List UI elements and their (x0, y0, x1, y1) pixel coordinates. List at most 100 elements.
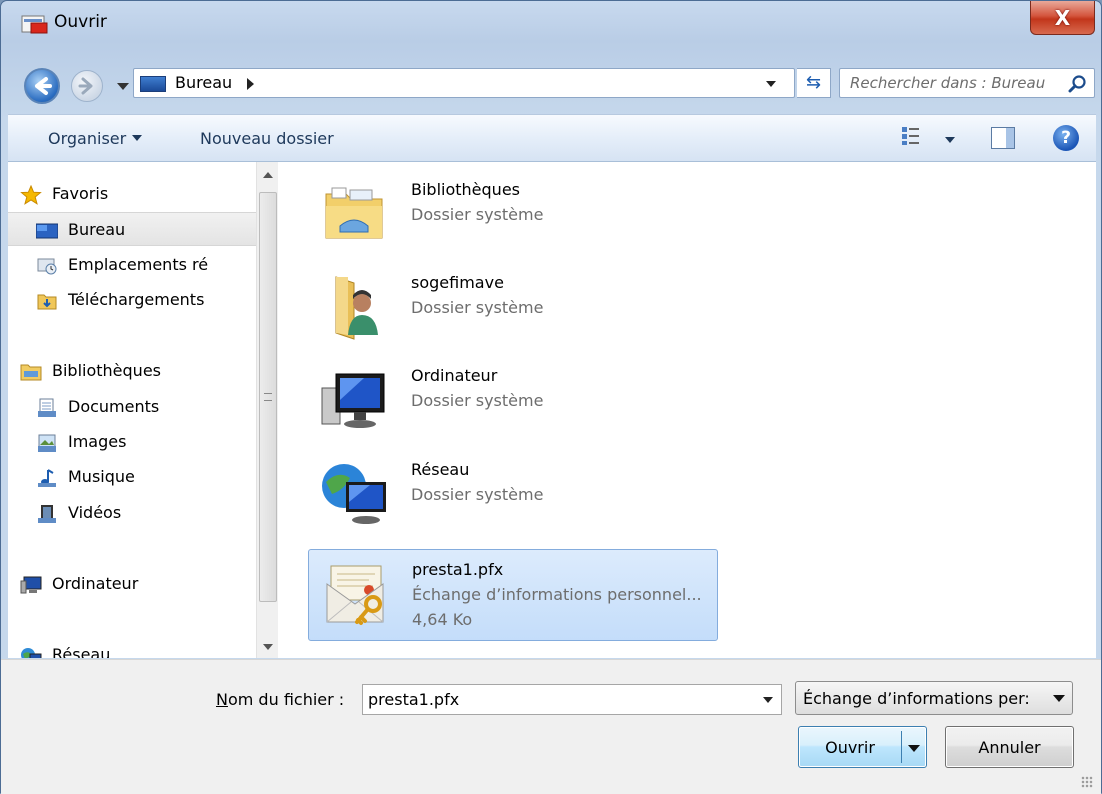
address-dropdown-icon[interactable] (766, 81, 776, 87)
breadcrumb-chevron-icon[interactable] (247, 78, 254, 90)
back-button[interactable] (24, 68, 60, 104)
videos-icon (38, 505, 56, 523)
sidebar-item-telechargements[interactable]: Téléchargements (8, 283, 256, 317)
filename-label-text: om du fichier : (227, 690, 345, 709)
file-item-presta1-pfx[interactable]: presta1.pfx Échange d’informations perso… (308, 549, 718, 641)
navigation-scrollbar[interactable] (256, 162, 278, 658)
file-type: Dossier système (411, 298, 544, 317)
view-options-chevron-icon[interactable] (945, 137, 955, 143)
file-item-sogefimave[interactable]: sogefimave Dossier système (308, 263, 718, 355)
filename-label: Nom du fichier : (216, 690, 344, 709)
organize-menu-button[interactable]: Organiser (48, 129, 143, 148)
desktop-folder-icon (140, 76, 166, 92)
star-icon (20, 185, 42, 205)
command-bar: Organiser Nouveau dossier ? (8, 114, 1096, 162)
sidebar-item-ordinateur[interactable]: Ordinateur (8, 567, 256, 601)
filename-history-dropdown-icon[interactable] (763, 697, 773, 703)
sidebar-item-favoris[interactable]: Favoris (8, 177, 256, 211)
forward-button[interactable] (71, 70, 103, 102)
breadcrumb-bureau[interactable]: Bureau (175, 73, 232, 92)
file-type: Échange d’informations personnel... (412, 585, 702, 604)
address-row: Bureau ⇆ Rechercher dans : Bureau (1, 59, 1101, 109)
network-icon (322, 464, 386, 524)
file-size: 4,64 Ko (412, 610, 473, 629)
refresh-button[interactable]: ⇆ (797, 68, 831, 98)
downloads-icon (37, 294, 57, 310)
search-placeholder: Rechercher dans : Bureau (850, 74, 1046, 92)
sidebar-item-label: Bibliothèques (52, 361, 161, 380)
images-icon (38, 434, 56, 452)
scroll-down-icon[interactable] (263, 644, 273, 650)
sidebar-item-label: Musique (68, 467, 135, 486)
file-name: Ordinateur (411, 366, 498, 385)
file-item-reseau[interactable]: Réseau Dossier système (308, 450, 718, 542)
sidebar-item-label: Favoris (52, 184, 109, 203)
file-item-ordinateur[interactable]: Ordinateur Dossier système (308, 356, 718, 448)
recent-locations-dropdown-icon[interactable] (117, 83, 129, 90)
preview-pane-icon[interactable] (991, 127, 1015, 149)
scroll-up-icon[interactable] (263, 172, 273, 178)
navigation-pane: Favoris Bureau Emplacements ré Télécharg… (8, 162, 283, 658)
filename-input[interactable]: presta1.pfx (362, 684, 782, 715)
desktop-icon (36, 223, 58, 239)
window-title: Ouvrir (54, 12, 107, 32)
organize-label: Organiser (48, 129, 127, 148)
forward-arrow-icon (78, 77, 93, 95)
sidebar-item-bibliotheques[interactable]: Bibliothèques (8, 354, 256, 388)
search-icon[interactable] (1068, 74, 1088, 94)
back-arrow-icon (35, 77, 52, 95)
network-icon (21, 648, 42, 658)
file-type-filter-select[interactable]: Échange d’informations per: (795, 681, 1073, 715)
sidebar-item-label: Emplacements ré (68, 255, 209, 274)
sidebar-item-label: Documents (68, 397, 160, 416)
certificate-icon (326, 565, 384, 625)
search-field[interactable]: Rechercher dans : Bureau (839, 68, 1095, 98)
address-bar[interactable]: Bureau (133, 68, 795, 98)
cancel-button[interactable]: Annuler (945, 726, 1074, 768)
sidebar-item-bureau[interactable]: Bureau (8, 212, 256, 246)
file-name: presta1.pfx (412, 560, 504, 579)
sidebar-item-images[interactable]: Images (8, 425, 256, 459)
file-type: Dossier système (411, 205, 544, 224)
new-folder-button[interactable]: Nouveau dossier (200, 129, 334, 148)
resize-grip-icon[interactable] (1081, 776, 1093, 788)
open-options-dropdown-icon[interactable] (908, 745, 920, 752)
title-bar[interactable]: Ouvrir X (1, 1, 1101, 59)
recent-places-icon (37, 258, 57, 275)
chevron-down-icon (1053, 695, 1065, 702)
scrollbar-thumb[interactable] (259, 192, 277, 602)
computer-icon (321, 373, 385, 428)
sidebar-item-label: Ordinateur (52, 574, 139, 593)
sidebar-item-reseau[interactable]: Réseau (8, 638, 256, 658)
open-dialog: Ouvrir X Bureau ⇆ Rechercher dans : Bure… (0, 0, 1102, 794)
filename-value: presta1.pfx (368, 690, 460, 709)
open-button[interactable]: Ouvrir (798, 726, 927, 768)
sidebar-item-emplacements-recents[interactable]: Emplacements ré (8, 248, 256, 282)
split-divider (901, 731, 902, 763)
close-button[interactable]: X (1030, 1, 1095, 35)
cancel-button-label: Annuler (978, 738, 1041, 757)
sidebar-item-label: Bureau (68, 220, 126, 239)
libraries-icon (20, 364, 42, 381)
dialog-footer: Nom du fichier : presta1.pfx Échange d’i… (1, 659, 1101, 794)
sidebar-item-videos[interactable]: Vidéos (8, 496, 256, 530)
file-item-bibliotheques[interactable]: Bibliothèques Dossier système (308, 170, 718, 262)
help-icon[interactable]: ? (1053, 125, 1079, 151)
file-list: Bibliothèques Dossier système sogefimave… (298, 162, 1088, 658)
computer-icon (20, 576, 42, 594)
change-view-icon[interactable] (901, 126, 921, 146)
libraries-folder-icon (325, 187, 383, 239)
documents-icon (38, 398, 56, 417)
refresh-icon: ⇆ (805, 72, 822, 93)
open-button-label: Ouvrir (825, 738, 875, 757)
file-name: Bibliothèques (411, 180, 520, 199)
sidebar-item-documents[interactable]: Documents (8, 390, 256, 424)
file-name: Réseau (411, 460, 470, 479)
sidebar-item-label: Images (68, 432, 127, 451)
sidebar-item-musique[interactable]: Musique (8, 460, 256, 494)
browser-area: Favoris Bureau Emplacements ré Télécharg… (8, 162, 1096, 658)
file-type: Dossier système (411, 485, 544, 504)
sidebar-item-label: Réseau (52, 645, 111, 658)
music-icon (38, 469, 56, 487)
open-dialog-app-icon (21, 15, 48, 34)
